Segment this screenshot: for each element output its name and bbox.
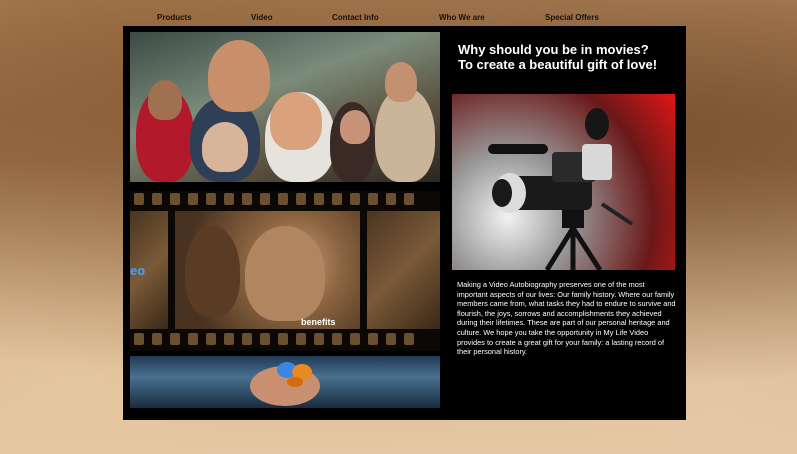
intro-paragraph: Making a Video Autobiography preserves o… bbox=[457, 280, 676, 357]
person-figure bbox=[385, 62, 417, 102]
headline-line-1: Why should you be in movies? bbox=[458, 42, 649, 57]
headline-line-2: To create a beautiful gift of love! bbox=[458, 57, 658, 72]
butterfly-icon bbox=[277, 362, 312, 387]
top-navigation: Products Video Contact Info Who We are S… bbox=[0, 0, 797, 28]
video-camera-icon bbox=[488, 108, 634, 270]
nav-contact-info[interactable]: Contact Info bbox=[332, 13, 379, 22]
person-figure bbox=[202, 122, 248, 172]
child-figure bbox=[185, 226, 240, 316]
sprocket-row-top bbox=[130, 193, 440, 207]
grandmother-figure bbox=[245, 226, 325, 321]
ocean-banner bbox=[130, 356, 440, 408]
camera-image bbox=[452, 94, 675, 270]
nav-special-offers[interactable]: Special Offers bbox=[545, 13, 599, 22]
person-figure bbox=[340, 110, 370, 144]
film-strip: eo bbox=[130, 191, 440, 351]
headline: Why should you be in movies? To create a… bbox=[458, 42, 683, 72]
person-figure bbox=[148, 80, 182, 120]
film-frame-main bbox=[175, 211, 360, 329]
family-photo bbox=[130, 32, 440, 182]
nav-who-we-are[interactable]: Who We are bbox=[439, 13, 485, 22]
sprocket-row-bottom bbox=[130, 333, 440, 347]
content-panel: eo benefits Why should you be in movies?… bbox=[123, 26, 686, 420]
film-frame-left-text: eo bbox=[130, 263, 146, 278]
person-figure bbox=[208, 40, 270, 112]
person-figure bbox=[270, 92, 322, 150]
nav-video[interactable]: Video bbox=[251, 13, 273, 22]
film-frame-right bbox=[367, 211, 440, 329]
film-frame-left: eo bbox=[130, 211, 168, 329]
benefits-link[interactable]: benefits bbox=[301, 317, 336, 327]
nav-products[interactable]: Products bbox=[157, 13, 192, 22]
